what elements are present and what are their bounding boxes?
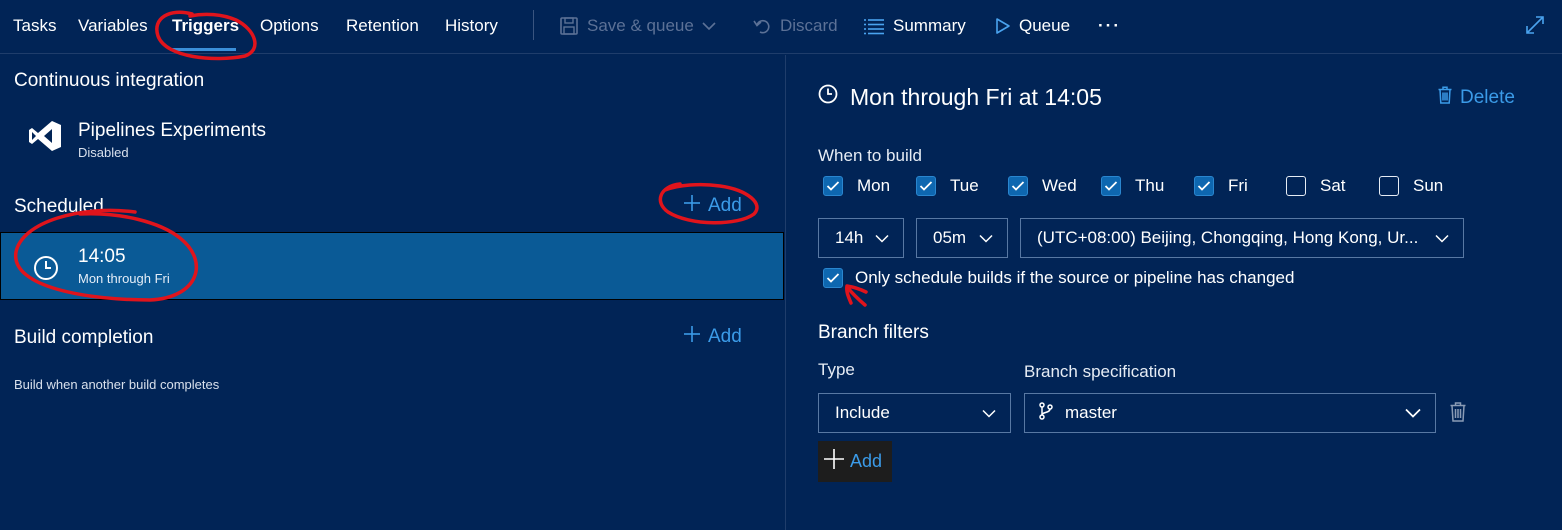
delete-schedule-button[interactable]: Delete xyxy=(1438,86,1515,110)
day-checkbox-sat[interactable]: Sat xyxy=(1286,176,1346,196)
tab-tasks[interactable]: Tasks xyxy=(13,16,56,36)
checkbox xyxy=(823,268,843,288)
save-queue-button[interactable]: Save & queue xyxy=(559,14,716,38)
hour-select[interactable]: 14h xyxy=(818,218,904,258)
timezone-value: (UTC+08:00) Beijing, Chongqing, Hong Kon… xyxy=(1037,228,1419,247)
day-label: Thu xyxy=(1135,176,1165,195)
checkbox xyxy=(1379,176,1399,196)
trash-icon xyxy=(1438,86,1452,110)
visual-studio-icon xyxy=(28,120,62,157)
chevron-down-icon xyxy=(875,228,889,248)
tab-options[interactable]: Options xyxy=(260,16,319,36)
day-checkbox-tue[interactable]: Tue xyxy=(916,176,979,196)
checkbox xyxy=(1101,176,1121,196)
ci-repo-item[interactable]: Pipelines Experiments Disabled xyxy=(0,112,785,168)
discard-label: Discard xyxy=(780,16,838,35)
chevron-down-icon xyxy=(1435,228,1449,248)
day-checkbox-thu[interactable]: Thu xyxy=(1101,176,1164,196)
build-completion-description: Build when another build completes xyxy=(14,377,220,392)
toolbar-divider xyxy=(533,10,534,40)
tab-retention[interactable]: Retention xyxy=(346,16,419,36)
chevron-down-icon xyxy=(982,403,996,423)
plus-icon xyxy=(824,449,844,474)
schedule-item-time: 14:05 xyxy=(78,246,126,267)
day-label: Wed xyxy=(1042,176,1077,195)
schedule-item[interactable]: 14:05 Mon through Fri xyxy=(0,232,784,300)
only-if-changed-label: Only schedule builds if the source or pi… xyxy=(855,268,1295,287)
discard-button[interactable]: Discard xyxy=(752,14,838,38)
checkbox xyxy=(1194,176,1214,196)
day-label: Fri xyxy=(1228,176,1248,195)
filter-type-value: Include xyxy=(835,403,890,422)
hour-value: 14h xyxy=(835,228,864,247)
schedule-detail-title: Mon through Fri at 14:05 xyxy=(850,84,1102,110)
day-label: Sat xyxy=(1320,176,1346,195)
branch-spec-select[interactable]: master xyxy=(1024,393,1436,433)
only-if-changed-checkbox[interactable]: Only schedule builds if the source or pi… xyxy=(823,268,1294,288)
schedule-item-days: Mon through Fri xyxy=(78,271,170,286)
ci-section-title: Continuous integration xyxy=(14,70,205,91)
summary-list-icon xyxy=(863,17,885,35)
chevron-down-icon xyxy=(702,21,716,31)
branch-icon xyxy=(1039,401,1053,425)
day-checkbox-wed[interactable]: Wed xyxy=(1008,176,1077,196)
checkbox xyxy=(823,176,843,196)
queue-button[interactable]: Queue xyxy=(995,14,1070,38)
clock-icon xyxy=(33,255,59,286)
add-branch-filter-button[interactable]: Add xyxy=(818,441,892,482)
plus-icon xyxy=(684,326,700,348)
undo-icon xyxy=(752,16,772,36)
plus-icon xyxy=(684,195,700,217)
annotation-arrow xyxy=(845,284,868,307)
add-branch-filter-label: Add xyxy=(850,451,883,471)
day-checkbox-mon[interactable]: Mon xyxy=(823,176,890,196)
day-checkbox-fri[interactable]: Fri xyxy=(1194,176,1248,196)
active-tab-indicator xyxy=(170,48,236,51)
ci-repo-name: Pipelines Experiments xyxy=(78,120,266,141)
add-schedule-button[interactable]: Add xyxy=(684,195,742,217)
branch-spec-label: Branch specification xyxy=(1024,362,1177,381)
day-label: Tue xyxy=(950,176,979,195)
trash-icon[interactable] xyxy=(1450,402,1466,427)
when-to-build-label: When to build xyxy=(818,146,922,165)
branch-filters-title: Branch filters xyxy=(818,322,929,343)
queue-label: Queue xyxy=(1019,16,1071,35)
tab-variables[interactable]: Variables xyxy=(78,16,148,36)
save-icon xyxy=(559,16,579,36)
chevron-down-icon xyxy=(979,228,993,248)
day-label: Mon xyxy=(857,176,891,195)
type-label: Type xyxy=(818,360,855,379)
toolbar: Tasks Variables Triggers Options Retenti… xyxy=(0,0,1562,54)
delete-label: Delete xyxy=(1460,87,1515,108)
summary-label: Summary xyxy=(893,16,966,35)
branch-spec-value: master xyxy=(1065,403,1117,422)
tab-triggers[interactable]: Triggers xyxy=(172,16,239,36)
scheduled-section-title: Scheduled xyxy=(14,196,104,217)
add-build-completion-button[interactable]: Add xyxy=(684,326,742,348)
day-label: Sun xyxy=(1413,176,1444,195)
add-schedule-label: Add xyxy=(708,195,742,216)
minute-select[interactable]: 05m xyxy=(916,218,1008,258)
summary-button[interactable]: Summary xyxy=(863,14,966,38)
day-checkbox-sun[interactable]: Sun xyxy=(1379,176,1443,196)
save-queue-label: Save & queue xyxy=(587,16,694,35)
play-icon xyxy=(995,17,1011,35)
checkbox xyxy=(1286,176,1306,196)
chevron-down-icon xyxy=(1405,403,1421,423)
more-actions-button[interactable]: ··· xyxy=(1098,14,1121,38)
add-build-completion-label: Add xyxy=(708,326,742,347)
checkbox xyxy=(916,176,936,196)
filter-type-select[interactable]: Include xyxy=(818,393,1011,433)
ci-repo-status: Disabled xyxy=(78,145,129,160)
expand-icon[interactable] xyxy=(1524,14,1546,41)
minute-value: 05m xyxy=(933,228,967,247)
build-completion-section-title: Build completion xyxy=(14,327,154,348)
timezone-select[interactable]: (UTC+08:00) Beijing, Chongqing, Hong Kon… xyxy=(1020,218,1464,258)
panel-divider xyxy=(785,55,786,530)
clock-icon xyxy=(818,84,838,109)
tab-history[interactable]: History xyxy=(445,16,498,36)
checkbox xyxy=(1008,176,1028,196)
